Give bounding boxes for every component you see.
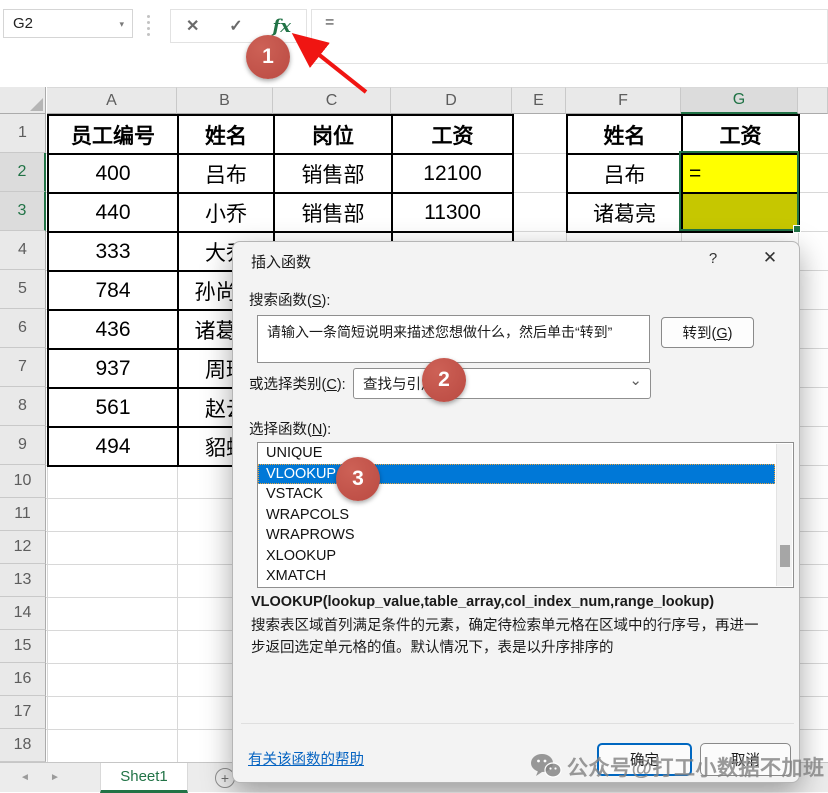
row-header-9[interactable]: 9 — [0, 426, 46, 465]
cell-main-r0c2[interactable]: 岗位 — [275, 116, 393, 155]
function-listbox[interactable]: UNIQUEVLOOKUPVSTACKWRAPCOLSWRAPROWSXLOOK… — [257, 442, 794, 588]
column-header-F[interactable]: F — [566, 87, 681, 114]
cell-lookup-r1c0[interactable]: 吕布 — [568, 155, 683, 194]
enter-icon[interactable]: ✓ — [229, 16, 242, 36]
search-function-label: 搜索函数(S): — [249, 289, 330, 310]
row-header-11[interactable]: 11 — [0, 498, 46, 531]
dialog-help-icon[interactable]: ? — [703, 250, 723, 267]
go-button[interactable]: 转到(G) — [661, 317, 754, 348]
function-item-xmatch[interactable]: XMATCH — [258, 566, 775, 587]
scrollbar-thumb[interactable] — [780, 545, 790, 567]
row-header-2[interactable]: 2 — [0, 153, 46, 192]
column-header-partial[interactable] — [798, 87, 828, 114]
function-item-vstack[interactable]: VSTACK — [258, 484, 775, 505]
step-2-callout: 2 — [422, 358, 466, 402]
red-arrow-annotation — [282, 28, 374, 96]
cell-main-r0c1[interactable]: 姓名 — [179, 116, 275, 155]
row-header-3[interactable]: 3 — [0, 192, 46, 231]
name-box[interactable]: G2 ▾ — [3, 9, 133, 38]
prev-sheet-icon[interactable]: ◄ — [20, 772, 30, 783]
step-1-callout: 1 — [246, 35, 290, 79]
function-item-xlookup[interactable]: XLOOKUP — [258, 546, 775, 567]
cell-main-r1c3[interactable]: 12100 — [393, 155, 514, 194]
column-header-E[interactable]: E — [512, 87, 566, 114]
function-signature: VLOOKUP(lookup_value,table_array,col_ind… — [251, 594, 714, 610]
cell-main-r8c0[interactable]: 494 — [49, 428, 179, 467]
cell-main-r2c3[interactable]: 11300 — [393, 194, 514, 233]
row-header-12[interactable]: 12 — [0, 531, 46, 564]
tab-sheet1[interactable]: Sheet1 — [100, 763, 188, 793]
select-function-label: 选择函数(N): — [249, 418, 331, 439]
cell-main-r6c0[interactable]: 937 — [49, 350, 179, 389]
search-function-input[interactable]: 请输入一条简短说明来描述您想做什么，然后单击“转到” — [257, 315, 650, 363]
cell-main-r5c0[interactable]: 436 — [49, 311, 179, 350]
row-header-8[interactable]: 8 — [0, 387, 46, 426]
row-header-18[interactable]: 18 — [0, 729, 46, 762]
cell-main-r2c0[interactable]: 440 — [49, 194, 179, 233]
row-header-14[interactable]: 14 — [0, 597, 46, 630]
dialog-separator — [241, 723, 794, 724]
cell-lookup-r2c1[interactable] — [683, 194, 800, 233]
cell-main-r2c2[interactable]: 销售部 — [275, 194, 393, 233]
row-header-6[interactable]: 6 — [0, 309, 46, 348]
cell-lookup-r0c0[interactable]: 姓名 — [568, 116, 683, 155]
column-header-A[interactable]: A — [47, 87, 177, 114]
dialog-title: 插入函数 — [251, 251, 311, 272]
cell-main-r1c1[interactable]: 吕布 — [179, 155, 275, 194]
row-header-10[interactable]: 10 — [0, 465, 46, 498]
cell-main-r2c1[interactable]: 小乔 — [179, 194, 275, 233]
category-label: 或选择类别(C): — [249, 373, 346, 394]
column-header-B[interactable]: B — [177, 87, 273, 114]
table-lookup: 姓名工资吕布=诸葛亮 — [566, 114, 800, 233]
function-help-link[interactable]: 有关该函数的帮助 — [248, 748, 364, 769]
cancel-icon[interactable]: ✕ — [186, 16, 199, 36]
cell-main-r1c2[interactable]: 销售部 — [275, 155, 393, 194]
function-item-unique[interactable]: UNIQUE — [258, 443, 775, 464]
row-header-1[interactable]: 1 — [0, 114, 46, 153]
cell-main-r1c0[interactable]: 400 — [49, 155, 179, 194]
formula-bar-area: G2 ▾ ✕ ✓ fx = 1 — [0, 0, 828, 87]
dialog-close-icon[interactable]: ✕ — [759, 248, 781, 268]
insert-function-dialog: 插入函数 ? ✕ 搜索函数(S): 请输入一条简短说明来描述您想做什么，然后单击… — [232, 241, 800, 783]
cell-lookup-r2c0[interactable]: 诸葛亮 — [568, 194, 683, 233]
select-all-corner[interactable] — [0, 87, 46, 114]
next-sheet-icon[interactable]: ► — [50, 772, 60, 783]
formula-input[interactable]: = — [311, 9, 828, 64]
cell-main-r0c0[interactable]: 员工编号 — [49, 116, 179, 155]
ok-button[interactable]: 确定 — [597, 743, 692, 776]
row-header-16[interactable]: 16 — [0, 663, 46, 696]
cell-main-r7c0[interactable]: 561 — [49, 389, 179, 428]
fill-handle[interactable] — [793, 225, 801, 233]
cell-main-r0c3[interactable]: 工资 — [393, 116, 514, 155]
row-header-5[interactable]: 5 — [0, 270, 46, 309]
cell-main-r3c0[interactable]: 333 — [49, 233, 179, 272]
cell-lookup-r1c1[interactable]: = — [683, 155, 800, 194]
function-item-wrapcols[interactable]: WRAPCOLS — [258, 505, 775, 526]
step-3-callout: 3 — [336, 457, 380, 501]
row-header-4[interactable]: 4 — [0, 231, 46, 270]
row-header-13[interactable]: 13 — [0, 564, 46, 597]
name-box-value: G2 — [4, 15, 33, 32]
column-header-D[interactable]: D — [391, 87, 512, 114]
listbox-scrollbar[interactable] — [776, 444, 792, 586]
cell-lookup-r0c1[interactable]: 工资 — [683, 116, 800, 155]
chevron-down-icon: ⌄ — [629, 371, 642, 389]
row-header-15[interactable]: 15 — [0, 630, 46, 663]
row-header-17[interactable]: 17 — [0, 696, 46, 729]
formula-bar-drag-handle — [147, 15, 150, 36]
row-header-7[interactable]: 7 — [0, 348, 46, 387]
function-description: 搜索表区域首列满足条件的元素，确定待检索单元格在区域中的行序号，再进一步返回选定… — [251, 616, 767, 659]
name-box-dropdown-icon[interactable]: ▾ — [119, 19, 124, 30]
function-item-wraprows[interactable]: WRAPROWS — [258, 525, 775, 546]
category-dropdown[interactable]: 查找与引用 ⌄ — [353, 368, 651, 399]
cancel-button[interactable]: 取消 — [700, 743, 791, 776]
cell-main-r4c0[interactable]: 784 — [49, 272, 179, 311]
column-header-G[interactable]: G — [681, 87, 798, 114]
